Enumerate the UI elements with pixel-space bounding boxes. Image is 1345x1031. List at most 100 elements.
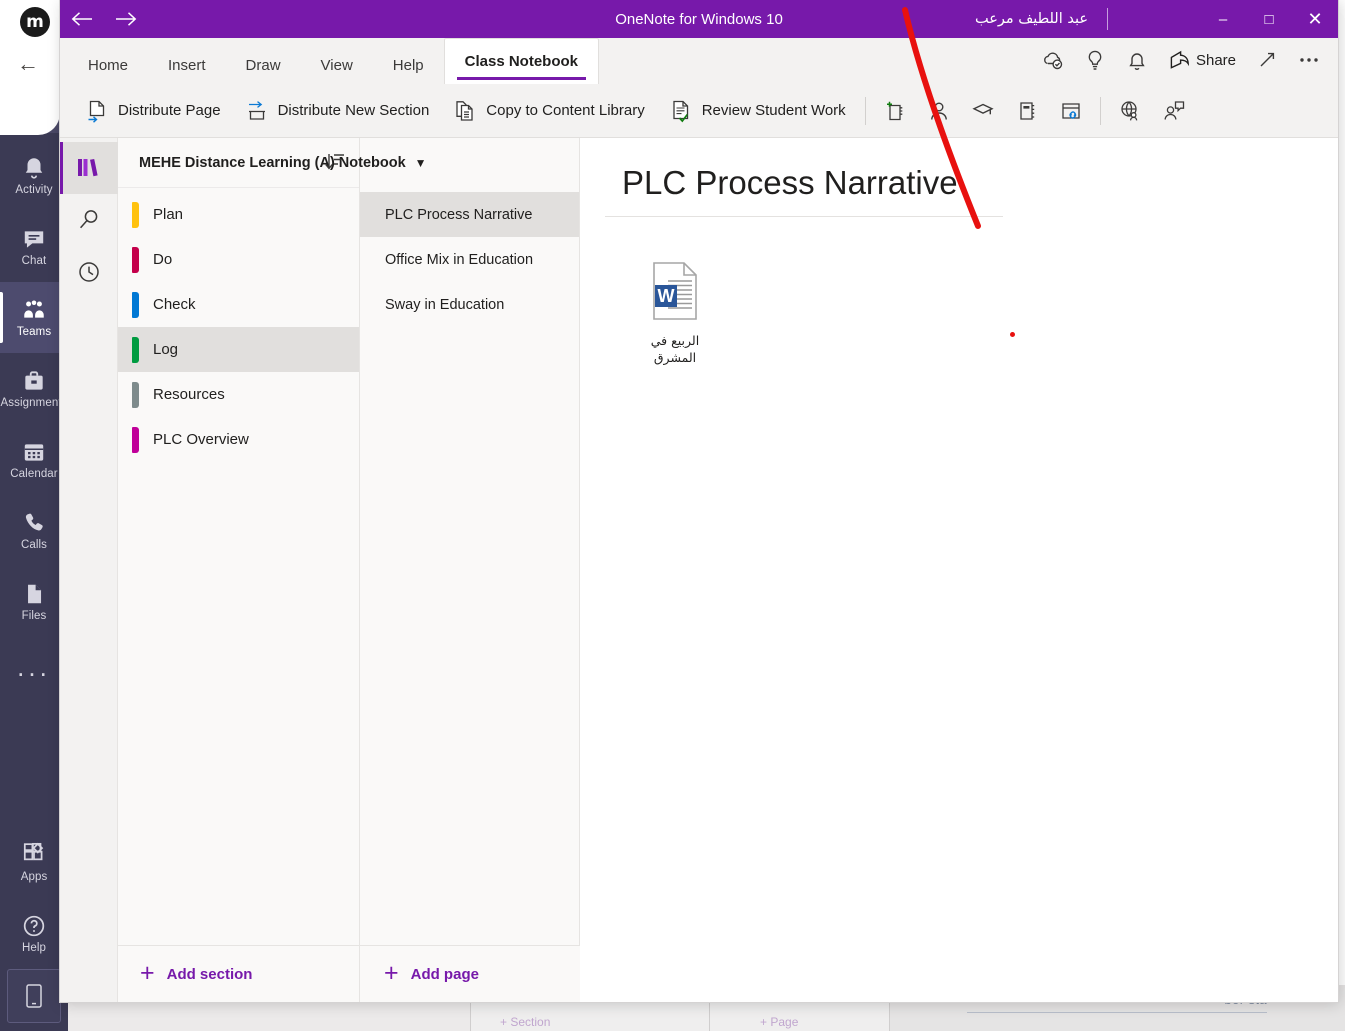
add-notebook-icon [886, 101, 902, 120]
tab-help[interactable]: Help [373, 46, 444, 84]
more-options-button[interactable] [1290, 42, 1328, 78]
copy-to-content-library-button[interactable]: Copy to Content Library [442, 90, 655, 132]
minimize-button[interactable]: – [1200, 0, 1246, 38]
question-circle-icon [23, 915, 45, 937]
sidebar-item-activity[interactable]: Activity [0, 140, 68, 211]
section-item-plan[interactable]: Plan [118, 192, 359, 237]
sidebar-item-label: Chat [21, 255, 47, 267]
teams-rail-items: Activity Chat Teams Assignments Calendar… [0, 140, 68, 697]
sidebar-item-label: Calls [20, 539, 48, 551]
back-button[interactable] [60, 0, 104, 38]
page-item-office-mix-in-education[interactable]: Office Mix in Education [360, 237, 579, 282]
add-section-label: Add section [166, 965, 253, 983]
sort-button[interactable] [323, 150, 349, 176]
sidebar-item-calls[interactable]: Calls [0, 495, 68, 566]
clock-icon [78, 262, 99, 282]
sidebar-item-label: Teams [16, 326, 52, 338]
section-item-check[interactable]: Check [118, 282, 359, 327]
sidebar-item-apps[interactable]: Apps [0, 827, 68, 898]
chat-bubble-icon [24, 231, 44, 248]
close-button[interactable]: ✕ [1292, 0, 1338, 38]
tab-class-notebook[interactable]: Class Notebook [443, 38, 600, 84]
pages-panel: PLC Process Narrative Office Mix in Educ… [360, 138, 580, 1002]
sidebar-item-help[interactable]: Help [0, 898, 68, 969]
nav-notebooks-button[interactable] [60, 142, 118, 194]
section-label: Log [153, 341, 179, 358]
background-ghost-add-page: + Page [760, 1015, 799, 1029]
sidebar-item-assignments[interactable]: Assignments [0, 353, 68, 424]
notebook-icon [1020, 101, 1034, 120]
command-label: Review Student Work [701, 102, 846, 119]
distribute-new-section-button[interactable]: Distribute New Section [234, 90, 441, 132]
tab-view[interactable]: View [301, 46, 373, 84]
sidebar-item-teams[interactable]: Teams [0, 282, 68, 353]
chevron-down-icon[interactable]: ▼ [415, 156, 427, 170]
avatar[interactable]: m [20, 7, 50, 37]
teams-rail-bottom: Apps Help [0, 827, 68, 1031]
bell-icon [25, 158, 43, 179]
distribute-page-button[interactable]: Distribute Page [74, 90, 232, 132]
notebook-link-button[interactable] [1050, 90, 1092, 132]
cross-notebook-button[interactable] [1109, 90, 1151, 132]
section-color-swatch [132, 291, 139, 318]
sidebar-item-files[interactable]: Files [0, 566, 68, 637]
note-canvas[interactable]: PLC Process Narrative W الربيع في المشرق [580, 138, 1338, 1002]
word-document-icon: W [653, 262, 697, 320]
manage-students-button[interactable] [918, 90, 960, 132]
bell-icon [1129, 52, 1145, 70]
section-item-plc-overview[interactable]: PLC Overview [118, 417, 359, 462]
sidebar-item-label: Help [21, 942, 47, 954]
tab-insert[interactable]: Insert [148, 46, 226, 84]
title-divider [1107, 8, 1108, 30]
window-controls: – □ ✕ [1200, 0, 1338, 38]
add-section-button[interactable]: + Add section [118, 946, 360, 1002]
expand-ribbon-button[interactable] [1248, 42, 1286, 78]
expand-diagonal-icon [1260, 52, 1275, 67]
ribbon-right-actions: Share [1034, 42, 1328, 78]
attachment-word-document[interactable]: W الربيع في المشرق [635, 260, 715, 367]
sidebar-item-calendar[interactable]: Calendar [0, 424, 68, 495]
sidebar-item-label: Assignments [0, 397, 68, 409]
globe-person-icon [1121, 100, 1137, 120]
section-item-do[interactable]: Do [118, 237, 359, 282]
page-title[interactable]: PLC Process Narrative [622, 164, 958, 202]
section-item-log[interactable]: Log [118, 327, 359, 372]
maximize-button[interactable]: □ [1246, 0, 1292, 38]
search-icon [79, 210, 97, 229]
sidebar-item-chat[interactable]: Chat [0, 211, 68, 282]
teams-back-button[interactable]: ← [14, 50, 42, 78]
account-name[interactable]: عبد اللطيف مرعب [975, 11, 1088, 27]
add-page-button[interactable]: + Add page [360, 946, 580, 1002]
tab-draw[interactable]: Draw [226, 46, 301, 84]
review-student-work-button[interactable]: Review Student Work [658, 90, 857, 132]
manage-teachers-button[interactable] [962, 90, 1004, 132]
nav-recent-button[interactable] [60, 246, 118, 298]
page-item-plc-process-narrative[interactable]: PLC Process Narrative [360, 192, 579, 237]
sidebar-more-button[interactable]: ... [0, 637, 68, 697]
mobile-phone-button[interactable] [7, 969, 61, 1023]
tab-home[interactable]: Home [68, 46, 148, 84]
sidebar-item-label: Activity [15, 184, 53, 196]
notebook-name: MEHE Distance Learning (A) Notebook [139, 154, 406, 171]
forward-button[interactable] [104, 0, 148, 38]
sync-status-button[interactable] [1034, 42, 1072, 78]
manage-notebooks-button[interactable] [1006, 90, 1048, 132]
notifications-button[interactable] [1118, 42, 1156, 78]
ribbon-command-bar: Distribute Page Distribute New Section C… [60, 84, 1338, 138]
graduation-cap-icon [972, 103, 994, 114]
tell-me-button[interactable] [1076, 42, 1114, 78]
distribute-section-icon [248, 100, 265, 120]
nav-search-button[interactable] [60, 194, 118, 246]
review-work-icon [673, 100, 688, 122]
create-class-notebook-button[interactable] [874, 90, 916, 132]
share-button[interactable]: Share [1160, 42, 1244, 78]
lightbulb-icon [1088, 50, 1102, 70]
notebook-header[interactable]: MEHE Distance Learning (A) Notebook ▼ [118, 138, 427, 188]
page-item-sway-in-education[interactable]: Sway in Education [360, 282, 579, 327]
screen-root: bor sta + Section + Page ∧ r ɔ e F ◯ ‹ A… [0, 0, 1345, 1031]
class-insights-button[interactable] [1153, 90, 1195, 132]
arrow-left-icon [71, 12, 92, 26]
section-label: Resources [153, 386, 225, 403]
onenote-nav-rail [60, 138, 118, 1002]
section-item-resources[interactable]: Resources [118, 372, 359, 417]
